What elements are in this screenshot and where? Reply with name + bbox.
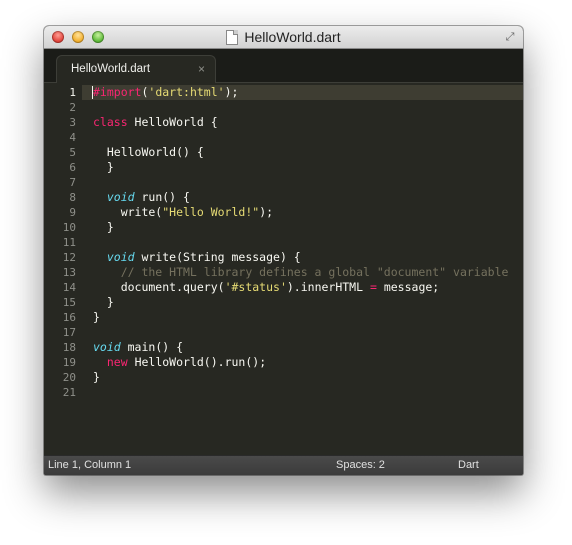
code-token: class — [93, 115, 128, 129]
line-number: 12 — [62, 251, 76, 264]
code-token: #import — [93, 85, 142, 99]
code-token: new — [106, 355, 128, 369]
syntax-selector[interactable]: Dart — [458, 459, 479, 471]
line-number: 6 — [69, 161, 76, 174]
code-token: ).innerHTML — [286, 280, 370, 294]
window-title: HelloWorld.dart — [244, 29, 341, 45]
code-token: } — [93, 370, 100, 384]
code-token: main() { — [120, 340, 184, 354]
code-token: } — [93, 160, 114, 174]
code-line: } — [93, 220, 114, 235]
code-line: write("Hello World!"); — [93, 205, 273, 220]
line-number: 15 — [62, 296, 76, 309]
indentation-setting[interactable]: Spaces: 2 — [336, 459, 385, 471]
editor-window: HelloWorld.dart ⤢ HelloWorld.dart × 1234… — [44, 26, 523, 475]
line-number: 2 — [69, 101, 76, 114]
line-number: 8 — [69, 191, 76, 204]
line-number: 21 — [62, 386, 76, 399]
line-number: 7 — [69, 176, 76, 189]
code-token: void — [93, 340, 121, 354]
line-number: 9 — [69, 206, 76, 219]
line-number: 16 — [62, 311, 76, 324]
code-token: ); — [224, 85, 239, 99]
document-icon — [226, 29, 239, 45]
code-token: write(String message) { — [134, 250, 301, 264]
code-line: #import('dart:html'); — [93, 85, 238, 100]
code-line: } — [93, 160, 114, 175]
code-token: HelloWorld { — [127, 115, 218, 129]
line-number: 20 — [62, 371, 76, 384]
code-token: void — [106, 250, 135, 264]
code-token: run() { — [134, 190, 190, 204]
fullscreen-icon[interactable]: ⤢ — [503, 30, 517, 44]
cursor-position: Line 1, Column 1 — [48, 459, 132, 471]
tab-helloworld-dart[interactable]: HelloWorld.dart × — [56, 55, 216, 83]
line-number: 11 — [62, 236, 76, 249]
tab-close-icon[interactable]: × — [198, 62, 205, 76]
tab-bar: HelloWorld.dart × — [44, 49, 523, 83]
code-line: HelloWorld() { — [93, 145, 204, 160]
code-line: void write(String message) { — [93, 250, 301, 265]
line-number: 3 — [69, 116, 76, 129]
line-number: 19 — [62, 356, 76, 369]
code-token: document.query( — [93, 280, 225, 294]
code-token: "Hello World!" — [162, 205, 260, 219]
code-line: } — [93, 295, 114, 310]
title-bar[interactable]: HelloWorld.dart ⤢ — [44, 26, 523, 49]
code-line: void run() { — [93, 190, 190, 205]
code-token: } — [93, 310, 100, 324]
code-editor[interactable]: 1 2 3 4 5 6 7 8 9 10 11 12 13 14 15 16 17 18 19 20 21 #impor… — [44, 83, 523, 456]
line-number: 4 — [69, 131, 76, 144]
code-token: message; — [376, 280, 440, 294]
code-token: write( — [93, 205, 163, 219]
line-number-gutter: 1 2 3 4 5 6 7 8 9 10 11 12 13 14 15 16 17 18 19 20 21 — [44, 83, 82, 456]
code-token: } — [93, 295, 114, 309]
code-area[interactable]: #import('dart:html'); class HelloWorld { … — [93, 83, 523, 456]
line-number: 10 — [62, 221, 76, 234]
code-token: } — [93, 220, 114, 234]
text-cursor — [92, 86, 93, 99]
code-token: HelloWorld().run(); — [127, 355, 267, 369]
code-line: // the HTML library defines a global "do… — [93, 265, 509, 280]
code-token: 'dart:html' — [148, 85, 225, 99]
code-token: = — [369, 280, 377, 294]
line-number: 5 — [69, 146, 76, 159]
code-line: class HelloWorld { — [93, 115, 218, 130]
code-token: // the HTML library defines a global "do… — [93, 265, 509, 279]
line-number: 17 — [62, 326, 76, 339]
line-number: 13 — [62, 266, 76, 279]
code-token: void — [106, 190, 135, 204]
code-token: '#status' — [224, 280, 287, 294]
status-bar: Line 1, Column 1 Spaces: 2 Dart — [44, 455, 523, 475]
title-container: HelloWorld.dart — [44, 26, 523, 48]
line-number: 14 — [62, 281, 76, 294]
code-line: } — [93, 370, 100, 385]
line-number: 1 — [69, 86, 76, 99]
code-line: void main() { — [93, 340, 183, 355]
tab-label: HelloWorld.dart — [71, 63, 151, 75]
code-line: document.query('#status').innerHTML = me… — [93, 280, 440, 295]
code-line: } — [93, 310, 100, 325]
code-token: ); — [259, 205, 274, 219]
line-number: 18 — [62, 341, 76, 354]
code-line: new HelloWorld().run(); — [93, 355, 266, 370]
code-token: HelloWorld() { — [93, 145, 204, 159]
